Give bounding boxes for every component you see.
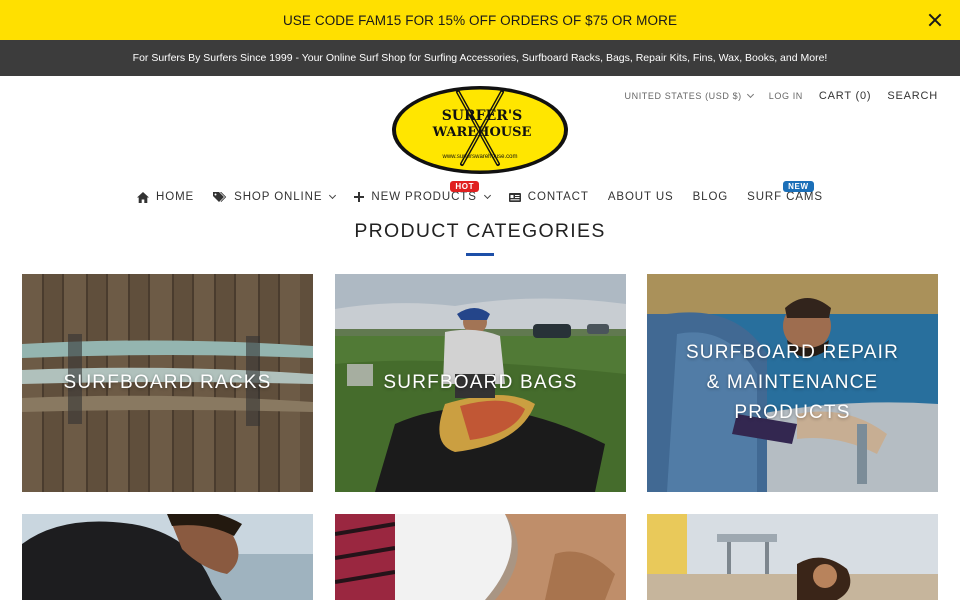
category-tile-surfboard-repair[interactable]: SURFBOARD REPAIR & MAINTENANCE PRODUCTS [647,274,938,492]
category-tile-surfboard-racks[interactable]: SURFBOARD RACKS [22,274,313,492]
category-6-image [647,514,938,600]
chevron-down-icon [746,90,754,99]
new-badge: NEW [783,181,814,192]
category-tile-4[interactable] [22,514,313,600]
promo-bar: USE CODE FAM15 FOR 15% OFF ORDERS OF $75… [0,0,960,40]
nav-blog[interactable]: BLOG [693,191,729,203]
category-tile-surfboard-bags[interactable]: SURFBOARD BAGS [335,274,626,492]
svg-text:www.surferswarehouse.com: www.surferswarehouse.com [441,154,517,160]
category-tile-5[interactable] [335,514,626,600]
chevron-down-icon [483,191,491,200]
promo-text: USE CODE FAM15 FOR 15% OFF ORDERS OF $75… [282,12,678,28]
nav-contact[interactable]: CONTACT [508,191,589,203]
plus-icon [354,192,365,202]
tagline-bar: For Surfers By Surfers Since 1999 - Your… [0,40,960,76]
tagline-text: For Surfers By Surfers Since 1999 - Your… [132,52,828,64]
nav-surf-cams-label: SURF CAMS [747,191,823,203]
tags-icon [213,191,227,203]
hot-badge: HOT [450,181,480,192]
category-5-image [335,514,626,600]
nav-home[interactable]: HOME [137,191,194,203]
cart-link[interactable]: CART (0) [819,90,871,102]
category-label: SURFBOARD REPAIR & MAINTENANCE PRODUCTS [685,342,900,423]
login-link[interactable]: LOG IN [769,91,803,101]
svg-text:SURFER'S: SURFER'S [442,108,523,124]
currency-label: UNITED STATES (USD $) [624,91,742,101]
nav-shop-online-label: SHOP ONLINE [234,191,323,203]
nav-contact-label: CONTACT [527,191,589,203]
search-link[interactable]: SEARCH [887,90,938,102]
nav-shop-online[interactable]: SHOP ONLINE [213,191,337,203]
contact-card-icon [508,192,521,202]
currency-selector[interactable]: UNITED STATES (USD $) [624,90,754,101]
category-tile-6[interactable] [647,514,938,600]
logo-graphic: SURFER'S WAREHOUSE www.surferswarehouse.… [392,86,568,174]
nav-new-products-label: NEW PRODUCTS [371,191,477,203]
nav-about-us[interactable]: ABOUT US [608,191,674,203]
main-nav: HOME SHOP ONLINE NEW PRODUCTS HOT CONTAC… [0,181,960,208]
nav-surf-cams[interactable]: SURF CAMS NEW [747,181,823,203]
category-4-image [22,514,313,600]
nav-home-label: HOME [156,191,195,203]
title-underline [466,253,494,256]
utility-nav: UNITED STATES (USD $) LOG IN CART (0) SE… [625,90,939,102]
category-label: SURFBOARD RACKS [63,372,272,393]
category-label: SURFBOARD BAGS [383,372,578,393]
section-title: PRODUCT CATEGORIES [354,220,606,242]
close-icon[interactable] [926,11,944,29]
nav-blog-label: BLOG [692,191,729,203]
nav-new-products[interactable]: NEW PRODUCTS HOT [354,181,491,203]
chevron-down-icon [329,191,337,200]
site-logo[interactable]: SURFER'S WAREHOUSE www.surferswarehouse.… [390,84,570,176]
svg-text:WAREHOUSE: WAREHOUSE [432,125,532,140]
home-icon [137,191,150,203]
nav-about-us-label: ABOUT US [607,191,674,203]
